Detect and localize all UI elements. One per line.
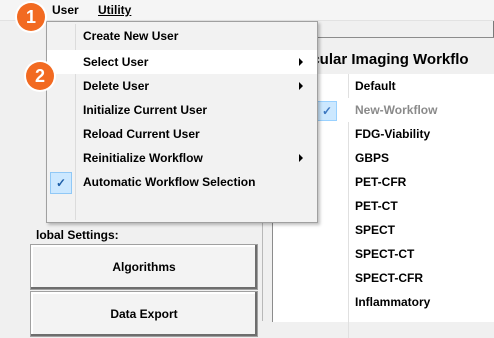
workflow-item-label: PET-CT xyxy=(355,199,398,213)
workflow-item-inflammatory[interactable]: Inflammatory xyxy=(273,290,494,314)
menu-item-label: Automatic Workflow Selection xyxy=(83,175,256,189)
workflow-item-spect-cfr[interactable]: SPECT-CFR xyxy=(273,266,494,290)
menu-item-automatic-workflow-selection[interactable]: ✓ Automatic Workflow Selection xyxy=(47,170,317,194)
workflow-item-label: SPECT-CFR xyxy=(355,271,424,285)
algorithms-button[interactable]: Algorithms xyxy=(30,244,258,290)
workflow-item-label: SPECT-CT xyxy=(355,247,415,261)
menu-item-label: Delete User xyxy=(83,79,150,93)
submenu-arrow-icon xyxy=(299,154,303,162)
menu-user[interactable]: User xyxy=(52,3,79,17)
step-badge-1: 1 xyxy=(17,3,45,31)
menu-item-label: Reload Current User xyxy=(83,127,200,141)
menubar: User Utility xyxy=(0,0,494,21)
workflow-item-label: FDG-Viability xyxy=(355,127,431,141)
submenu-arrow-icon xyxy=(299,82,303,90)
menu-item-reload-current-user[interactable]: Reload Current User xyxy=(47,122,317,146)
workflow-item-label: GBPS xyxy=(355,151,390,165)
submenu-arrow-icon xyxy=(299,58,303,66)
workflow-title: ecular Imaging Workflo xyxy=(303,51,469,68)
menu-item-delete-user[interactable]: Delete User xyxy=(47,74,317,98)
workflow-item-spect-ct[interactable]: SPECT-CT xyxy=(273,242,494,266)
data-export-button[interactable]: Data Export xyxy=(30,291,258,337)
workflow-item-label: Default xyxy=(355,79,396,93)
workflow-item-label: PET-CFR xyxy=(355,175,407,189)
user-menu-dropdown: Create New User Select User Delete User … xyxy=(46,21,318,223)
workflow-item-label: New-Workflow xyxy=(355,103,438,117)
menu-item-initialize-current-user[interactable]: Initialize Current User xyxy=(47,98,317,122)
menu-item-label: Reinitialize Workflow xyxy=(83,151,203,165)
menu-item-label: Select User xyxy=(83,55,149,69)
menu-item-reinitialize-workflow[interactable]: Reinitialize Workflow xyxy=(47,146,317,170)
menu-item-create-new-user[interactable]: Create New User xyxy=(47,24,317,48)
workflow-item-label: Inflammatory xyxy=(355,295,431,309)
menu-utility[interactable]: Utility xyxy=(98,3,131,17)
global-settings-label: lobal Settings: xyxy=(36,228,119,242)
menu-item-select-user[interactable]: Select User xyxy=(47,50,317,74)
menu-utility-label: Utility xyxy=(98,3,132,17)
workflow-item-label: SPECT xyxy=(355,223,396,237)
menu-item-label: Create New User xyxy=(83,29,179,43)
step-badge-2: 2 xyxy=(26,62,54,90)
menu-item-label: Initialize Current User xyxy=(83,103,208,117)
check-icon: ✓ xyxy=(50,172,72,194)
check-icon: ✓ xyxy=(317,101,337,121)
